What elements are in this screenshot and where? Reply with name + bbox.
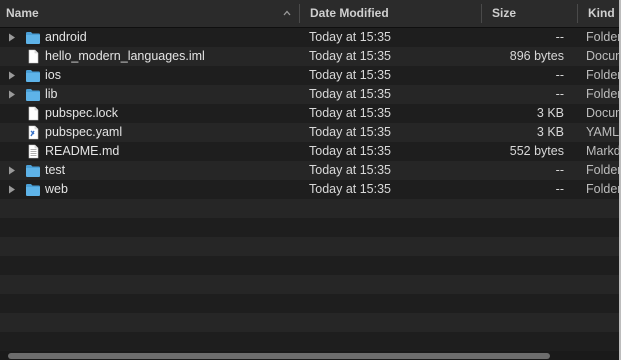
date-modified: Today at 15:35 <box>309 87 392 101</box>
file-name: pubspec.lock <box>45 106 118 120</box>
file-kind: Folder <box>586 163 621 177</box>
file-kind: YAML <box>586 125 620 139</box>
disclosure-triangle-icon[interactable] <box>8 185 16 194</box>
document-icon <box>28 49 39 64</box>
disclosure-triangle-icon[interactable] <box>8 90 16 99</box>
date-modified: Today at 15:35 <box>309 49 392 63</box>
folder-icon <box>26 89 40 101</box>
scrollbar-thumb[interactable] <box>8 353 550 359</box>
column-header-name[interactable]: Name <box>6 0 39 27</box>
folder-icon <box>26 70 40 82</box>
file-row[interactable]: pubspec.lock Today at 15:35 3 KB Document <box>0 104 619 123</box>
folder-icon <box>26 184 40 196</box>
empty-row <box>0 313 619 332</box>
file-name: test <box>45 163 66 177</box>
column-header-date-modified[interactable]: Date Modified <box>310 0 389 27</box>
file-size: -- <box>555 87 564 101</box>
file-row[interactable]: pubspec.yaml Today at 15:35 3 KB YAML <box>0 123 619 142</box>
file-name: web <box>45 182 68 196</box>
disclosure-triangle-icon[interactable] <box>8 166 16 175</box>
empty-row <box>0 332 619 351</box>
empty-row <box>0 294 619 313</box>
date-modified: Today at 15:35 <box>309 125 392 139</box>
date-modified: Today at 15:35 <box>309 106 392 120</box>
file-name: ios <box>45 68 61 82</box>
file-size: -- <box>555 68 564 82</box>
empty-row <box>0 199 619 218</box>
file-size: 3 KB <box>536 125 564 139</box>
file-kind: Folder <box>586 182 621 196</box>
file-row[interactable]: hello_modern_languages.iml Today at 15:35… <box>0 47 619 66</box>
markdown-file-icon <box>28 144 39 159</box>
empty-row <box>0 275 619 294</box>
date-modified: Today at 15:35 <box>309 163 392 177</box>
date-modified: Today at 15:35 <box>309 144 392 158</box>
column-header-kind[interactable]: Kind <box>588 0 615 27</box>
file-kind: Document <box>586 49 619 63</box>
yaml-file-icon <box>28 125 39 140</box>
sort-ascending-icon[interactable] <box>283 9 291 17</box>
file-kind: Folder <box>586 30 621 44</box>
empty-row <box>0 256 619 275</box>
date-modified: Today at 15:35 <box>309 68 392 82</box>
file-size: 3 KB <box>536 106 564 120</box>
column-header-bar: Name Date Modified Size Kind <box>0 0 619 28</box>
file-kind: Folder <box>586 68 621 82</box>
file-name: pubspec.yaml <box>45 125 123 139</box>
folder-icon <box>26 32 40 44</box>
finder-list-view: Name Date Modified Size Kind android Toda… <box>0 0 621 360</box>
file-row[interactable]: web Today at 15:35 -- Folder <box>0 180 619 199</box>
empty-row <box>0 218 619 237</box>
disclosure-triangle-icon[interactable] <box>8 71 16 80</box>
file-name: hello_modern_languages.iml <box>45 49 205 63</box>
file-size: -- <box>555 182 564 196</box>
column-divider[interactable] <box>299 4 300 23</box>
file-name: README.md <box>45 144 120 158</box>
date-modified: Today at 15:35 <box>309 182 392 196</box>
file-size: -- <box>555 30 564 44</box>
file-size: 896 bytes <box>509 49 564 63</box>
disclosure-triangle-icon[interactable] <box>8 33 16 42</box>
empty-row <box>0 237 619 256</box>
folder-icon <box>26 165 40 177</box>
file-kind: Markdown <box>586 144 621 158</box>
file-row[interactable]: lib Today at 15:35 -- Folder <box>0 85 619 104</box>
file-size: -- <box>555 163 564 177</box>
column-divider[interactable] <box>577 4 578 23</box>
date-modified: Today at 15:35 <box>309 30 392 44</box>
file-name: lib <box>45 87 58 101</box>
file-row[interactable]: ios Today at 15:35 -- Folder <box>0 66 619 85</box>
file-row[interactable]: android Today at 15:35 -- Folder <box>0 28 619 47</box>
column-divider[interactable] <box>481 4 482 23</box>
document-icon <box>28 106 39 121</box>
file-size: 552 bytes <box>509 144 564 158</box>
file-row[interactable]: test Today at 15:35 -- Folder <box>0 161 619 180</box>
horizontal-scrollbar[interactable] <box>0 351 619 360</box>
file-row[interactable]: README.md Today at 15:35 552 bytes Markdown <box>0 142 619 161</box>
file-name: android <box>45 30 87 44</box>
file-kind: Folder <box>586 87 621 101</box>
file-kind: Document <box>586 106 619 120</box>
column-header-size[interactable]: Size <box>492 0 516 27</box>
